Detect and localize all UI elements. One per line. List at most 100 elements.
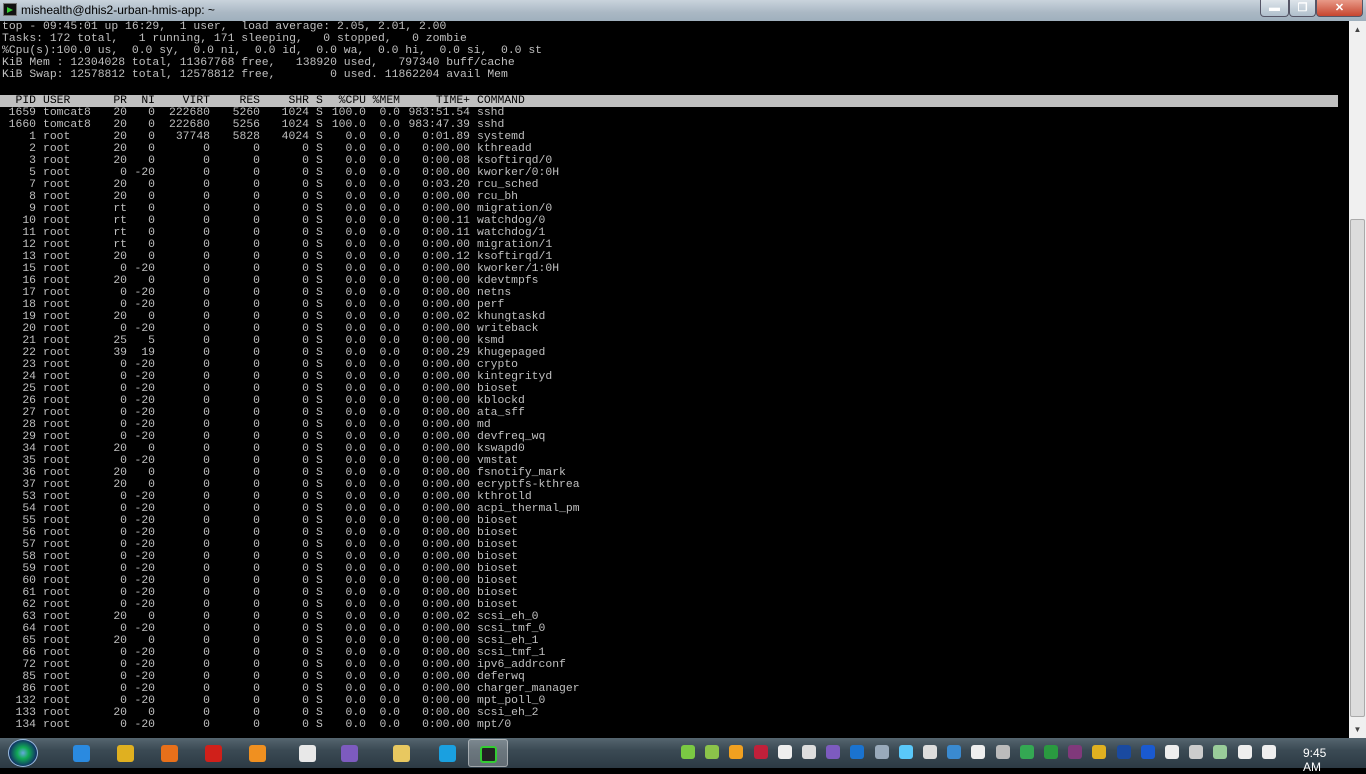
cell-res: 0 bbox=[253, 395, 260, 407]
close-button[interactable]: ✕ bbox=[1316, 0, 1363, 17]
cell-pid: 1 bbox=[29, 131, 36, 143]
cell-command: ecryptfs-kthrea bbox=[477, 479, 580, 491]
cell-mem: 0.0 bbox=[379, 335, 400, 347]
cell-state: S bbox=[316, 179, 323, 191]
cell-virt: 0 bbox=[203, 539, 210, 551]
start-button[interactable] bbox=[8, 739, 38, 767]
taskbar-terminal-button[interactable] bbox=[468, 739, 508, 767]
maximize-button[interactable]: ❐ bbox=[1289, 0, 1316, 17]
cell-res: 0 bbox=[253, 275, 260, 287]
window-title: mishealth@dhis2-urban-hmis-app: ~ bbox=[21, 3, 215, 17]
tray-signal-icon[interactable] bbox=[1165, 745, 1179, 759]
tray-cloud-icon[interactable] bbox=[777, 745, 792, 759]
firefox-icon bbox=[161, 745, 178, 762]
process-row: 18 root 0 -20 0 0 0 S 0.0 0.0 0:00.00 perf bbox=[0, 299, 1338, 311]
tray-dropbox-sync-icon[interactable] bbox=[923, 745, 937, 759]
clock[interactable]: 9:45 AM bbox=[1303, 746, 1345, 774]
scroll-down-arrow-icon[interactable]: ▼ bbox=[1349, 721, 1366, 738]
cell-user: root bbox=[43, 719, 71, 731]
cell-pid: 5 bbox=[29, 167, 36, 179]
cell-virt: 0 bbox=[203, 635, 210, 647]
terminal-output[interactable]: top - 09:45:01 up 16:29, 1 user, load av… bbox=[0, 21, 1349, 738]
tray-onenote-icon[interactable] bbox=[1068, 745, 1083, 759]
cell-state: S bbox=[316, 263, 323, 275]
tray-viber-icon[interactable] bbox=[826, 745, 841, 759]
cell-command: scsi_eh_1 bbox=[477, 635, 539, 647]
scroll-up-arrow-icon[interactable]: ▲ bbox=[1349, 21, 1366, 38]
cell-res: 0 bbox=[253, 311, 260, 323]
tray-globe-icon[interactable] bbox=[947, 745, 962, 759]
taskbar-file-explorer-button[interactable] bbox=[382, 739, 422, 767]
tray-flower-app-icon[interactable] bbox=[729, 745, 744, 759]
cell-res: 0 bbox=[253, 635, 260, 647]
cell-time: 0:00.00 bbox=[422, 431, 470, 443]
cell-time: 0:03.20 bbox=[422, 179, 470, 191]
cell-ni: -20 bbox=[134, 167, 155, 179]
taskbar-opera-button[interactable] bbox=[194, 739, 234, 767]
tray-chrome-icon[interactable] bbox=[1092, 745, 1107, 759]
cell-command: bioset bbox=[477, 575, 519, 587]
process-row: 13 root 20 0 0 0 0 S 0.0 0.0 0:00.12 ksoftirqd/1 bbox=[0, 251, 1338, 263]
tray-mcafee-icon[interactable] bbox=[753, 745, 768, 759]
tray-speaker-settings-icon[interactable] bbox=[1189, 745, 1204, 759]
taskbar-skype-button[interactable] bbox=[428, 739, 468, 767]
taskbar-viber-button[interactable] bbox=[330, 739, 370, 767]
tray-document-icon[interactable] bbox=[971, 745, 986, 759]
vertical-scrollbar[interactable]: ▲ ▼ bbox=[1349, 21, 1366, 738]
tray-google-drive-icon[interactable] bbox=[1019, 745, 1034, 759]
cell-ni: 0 bbox=[148, 155, 155, 167]
tray-icloud-icon[interactable] bbox=[898, 745, 913, 759]
tray-teamviewer-icon[interactable] bbox=[850, 745, 865, 759]
taskbar-calculator-button[interactable] bbox=[288, 739, 328, 767]
tray-action-center-flag-icon[interactable] bbox=[1237, 745, 1252, 759]
minimize-button[interactable]: ▬ bbox=[1260, 0, 1289, 17]
cell-user: root bbox=[43, 551, 71, 563]
cell-res: 0 bbox=[253, 299, 260, 311]
tray-bluetooth-icon[interactable] bbox=[1140, 745, 1155, 759]
cell-user: root bbox=[43, 287, 71, 299]
cell-pid: 85 bbox=[22, 671, 36, 683]
scrollbar-thumb[interactable] bbox=[1350, 219, 1365, 717]
cell-ni: -20 bbox=[134, 551, 155, 563]
process-row: 54 root 0 -20 0 0 0 S 0.0 0.0 0:00.00 acpi_thermal_… bbox=[0, 503, 1338, 515]
tray-printer-icon[interactable] bbox=[995, 745, 1010, 759]
cell-user: root bbox=[43, 203, 71, 215]
tray-evernote-icon[interactable] bbox=[681, 745, 695, 759]
cell-shr: 0 bbox=[302, 287, 309, 299]
cell-ni: 0 bbox=[148, 635, 155, 647]
tray-printer-ok-icon[interactable] bbox=[1213, 745, 1228, 759]
cell-time: 0:00.00 bbox=[422, 539, 470, 551]
cell-shr: 0 bbox=[302, 275, 309, 287]
tray-volume-icon[interactable] bbox=[1261, 745, 1276, 759]
process-row: 60 root 0 -20 0 0 0 S 0.0 0.0 0:00.00 bioset bbox=[0, 575, 1338, 587]
summary-swap: KiB Swap: 12578812 total, 12578812 free,… bbox=[2, 69, 508, 81]
cell-mem: 0.0 bbox=[379, 407, 400, 419]
cell-mem: 0.0 bbox=[379, 431, 400, 443]
cell-state: S bbox=[316, 359, 323, 371]
taskbar-internet-explorer-button[interactable] bbox=[62, 739, 102, 767]
cell-state: S bbox=[316, 251, 323, 263]
process-row: 85 root 0 -20 0 0 0 S 0.0 0.0 0:00.00 deferwq bbox=[0, 671, 1338, 683]
cell-state: S bbox=[316, 335, 323, 347]
tray-clipboard-icon[interactable] bbox=[802, 745, 816, 759]
process-row: 17 root 0 -20 0 0 0 S 0.0 0.0 0:00.00 netns bbox=[0, 287, 1338, 299]
tray-download-manager-icon[interactable] bbox=[1044, 745, 1058, 759]
taskbar-chrome-button[interactable] bbox=[106, 739, 146, 767]
cell-command: khugepaged bbox=[477, 347, 546, 359]
tray-monitor-icon[interactable] bbox=[1116, 745, 1131, 759]
window-titlebar[interactable]: mishealth@dhis2-urban-hmis-app: ~ ▬ ❐ ✕ bbox=[0, 0, 1366, 21]
tray-network-sync-icon[interactable] bbox=[874, 745, 889, 759]
tray-bluestacks-icon[interactable] bbox=[705, 745, 720, 759]
cell-user: root bbox=[43, 623, 71, 635]
cell-pid: 11 bbox=[22, 227, 36, 239]
cell-pr: 0 bbox=[120, 359, 127, 371]
cell-pr: 20 bbox=[113, 443, 127, 455]
taskbar-firefox-button[interactable] bbox=[150, 739, 190, 767]
cell-time: 0:00.00 bbox=[422, 299, 470, 311]
cell-state: S bbox=[316, 227, 323, 239]
taskbar-media-player-button[interactable] bbox=[238, 739, 278, 767]
cell-mem: 0.0 bbox=[379, 167, 400, 179]
cell-state: S bbox=[316, 611, 323, 623]
cell-state: S bbox=[316, 419, 323, 431]
cell-user: root bbox=[43, 323, 71, 335]
